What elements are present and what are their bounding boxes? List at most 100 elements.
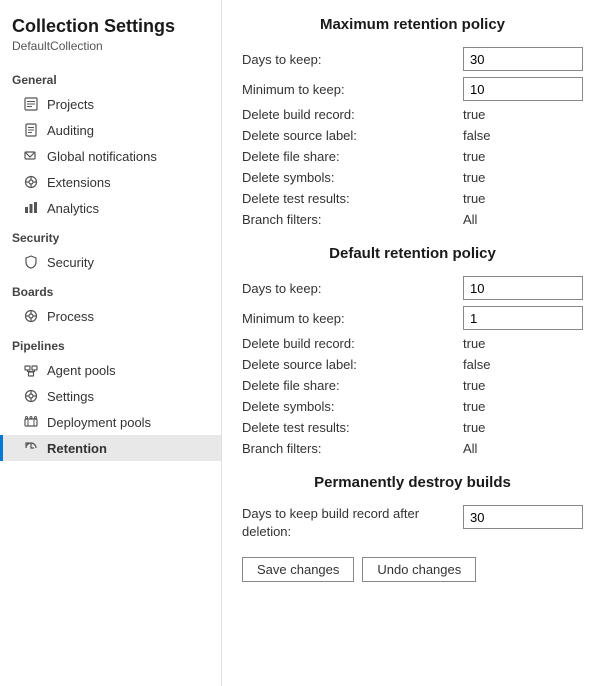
- retention-icon: [23, 440, 39, 456]
- def-delete-file-share-row: Delete file share: true: [242, 378, 583, 393]
- page-title: Collection Settings: [0, 12, 221, 39]
- def-delete-test-results-label: Delete test results:: [242, 420, 463, 435]
- max-min-to-keep-label: Minimum to keep:: [242, 82, 463, 97]
- security-icon: [23, 254, 39, 270]
- sidebar-item-label-extensions: Extensions: [47, 175, 111, 190]
- def-min-to-keep-label: Minimum to keep:: [242, 311, 463, 326]
- def-min-to-keep-row: Minimum to keep:: [242, 306, 583, 330]
- sidebar-item-analytics[interactable]: Analytics: [0, 195, 221, 221]
- destroy-days-keep-label: Days to keep build record after deletion…: [242, 505, 455, 541]
- def-delete-file-share-value: true: [463, 378, 583, 393]
- def-branch-filters-label: Branch filters:: [242, 441, 463, 456]
- extensions-icon: [23, 174, 39, 190]
- sidebar-item-label-process: Process: [47, 309, 94, 324]
- def-delete-file-share-label: Delete file share:: [242, 378, 463, 393]
- max-delete-test-results-label: Delete test results:: [242, 191, 463, 206]
- def-delete-test-results-value: true: [463, 420, 583, 435]
- section-label-pipelines: Pipelines: [0, 329, 221, 357]
- sidebar-item-deployment-pools[interactable]: Deployment pools: [0, 409, 221, 435]
- max-delete-symbols-row: Delete symbols: true: [242, 170, 583, 185]
- max-delete-source-label-row: Delete source label: false: [242, 128, 583, 143]
- max-days-to-keep-label: Days to keep:: [242, 52, 463, 67]
- max-min-to-keep-row: Minimum to keep:: [242, 77, 583, 101]
- sidebar-item-label-deployment-pools: Deployment pools: [47, 415, 151, 430]
- def-delete-build-record-label: Delete build record:: [242, 336, 463, 351]
- section-label-general: General: [0, 63, 221, 91]
- def-delete-source-label-row: Delete source label: false: [242, 357, 583, 372]
- max-delete-symbols-label: Delete symbols:: [242, 170, 463, 185]
- def-delete-source-label-value: false: [463, 357, 583, 372]
- max-delete-symbols-value: true: [463, 170, 583, 185]
- default-retention-heading: Default retention policy: [242, 245, 583, 262]
- sidebar-item-label-auditing: Auditing: [47, 123, 94, 138]
- process-icon: [23, 308, 39, 324]
- max-delete-test-results-value: true: [463, 191, 583, 206]
- max-delete-test-results-row: Delete test results: true: [242, 191, 583, 206]
- save-button[interactable]: Save changes: [242, 557, 354, 582]
- notifications-icon: [23, 148, 39, 164]
- settings-icon: [23, 388, 39, 404]
- permanently-destroy-heading: Permanently destroy builds: [242, 474, 583, 491]
- def-delete-build-record-row: Delete build record: true: [242, 336, 583, 351]
- def-delete-test-results-row: Delete test results: true: [242, 420, 583, 435]
- max-min-to-keep-input[interactable]: [463, 77, 583, 101]
- sidebar-item-security[interactable]: Security: [0, 249, 221, 275]
- sidebar: Collection Settings DefaultCollection Ge…: [0, 0, 222, 686]
- undo-button[interactable]: Undo changes: [362, 557, 476, 582]
- sidebar-item-extensions[interactable]: Extensions: [0, 169, 221, 195]
- sidebar-item-label-global-notifications: Global notifications: [47, 149, 157, 164]
- sidebar-item-auditing[interactable]: Auditing: [0, 117, 221, 143]
- def-delete-source-label-label: Delete source label:: [242, 357, 463, 372]
- max-branch-filters-value: All: [463, 212, 583, 227]
- max-delete-build-record-row: Delete build record: true: [242, 107, 583, 122]
- destroy-days-keep-row: Days to keep build record after deletion…: [242, 505, 583, 541]
- max-delete-build-record-label: Delete build record:: [242, 107, 463, 122]
- sidebar-item-label-projects: Projects: [47, 97, 94, 112]
- def-delete-symbols-label: Delete symbols:: [242, 399, 463, 414]
- max-delete-file-share-label: Delete file share:: [242, 149, 463, 164]
- sidebar-item-label-retention: Retention: [47, 441, 107, 456]
- auditing-icon: [23, 122, 39, 138]
- max-branch-filters-row: Branch filters: All: [242, 212, 583, 227]
- max-delete-file-share-value: true: [463, 149, 583, 164]
- def-branch-filters-row: Branch filters: All: [242, 441, 583, 456]
- section-label-boards: Boards: [0, 275, 221, 303]
- sidebar-item-projects[interactable]: Projects: [0, 91, 221, 117]
- main-panel: Maximum retention policy Days to keep: M…: [222, 0, 603, 686]
- default-retention-table: Days to keep: Minimum to keep: Delete bu…: [242, 276, 583, 456]
- max-days-to-keep-row: Days to keep:: [242, 47, 583, 71]
- action-buttons: Save changes Undo changes: [242, 557, 583, 582]
- section-label-security: Security: [0, 221, 221, 249]
- destroy-days-keep-input[interactable]: [463, 505, 583, 529]
- def-delete-symbols-value: true: [463, 399, 583, 414]
- def-days-to-keep-row: Days to keep:: [242, 276, 583, 300]
- sidebar-item-label-agent-pools: Agent pools: [47, 363, 116, 378]
- max-days-to-keep-input[interactable]: [463, 47, 583, 71]
- sidebar-item-label-analytics: Analytics: [47, 201, 99, 216]
- max-delete-source-label-value: false: [463, 128, 583, 143]
- analytics-icon: [23, 200, 39, 216]
- def-days-to-keep-input[interactable]: [463, 276, 583, 300]
- sidebar-item-global-notifications[interactable]: Global notifications: [0, 143, 221, 169]
- sidebar-item-agent-pools[interactable]: Agent pools: [0, 357, 221, 383]
- def-branch-filters-value: All: [463, 441, 583, 456]
- deployment-pools-icon: [23, 414, 39, 430]
- def-days-to-keep-label: Days to keep:: [242, 281, 463, 296]
- sidebar-item-label-security: Security: [47, 255, 94, 270]
- collection-subtitle: DefaultCollection: [0, 39, 221, 63]
- max-delete-build-record-value: true: [463, 107, 583, 122]
- max-delete-file-share-row: Delete file share: true: [242, 149, 583, 164]
- sidebar-item-settings[interactable]: Settings: [0, 383, 221, 409]
- sidebar-item-label-settings: Settings: [47, 389, 94, 404]
- max-branch-filters-label: Branch filters:: [242, 212, 463, 227]
- def-delete-symbols-row: Delete symbols: true: [242, 399, 583, 414]
- max-retention-heading: Maximum retention policy: [242, 16, 583, 33]
- max-retention-table: Days to keep: Minimum to keep: Delete bu…: [242, 47, 583, 227]
- def-delete-build-record-value: true: [463, 336, 583, 351]
- sidebar-item-process[interactable]: Process: [0, 303, 221, 329]
- def-min-to-keep-input[interactable]: [463, 306, 583, 330]
- max-delete-source-label-label: Delete source label:: [242, 128, 463, 143]
- agent-pools-icon: [23, 362, 39, 378]
- projects-icon: [23, 96, 39, 112]
- sidebar-item-retention[interactable]: Retention: [0, 435, 221, 461]
